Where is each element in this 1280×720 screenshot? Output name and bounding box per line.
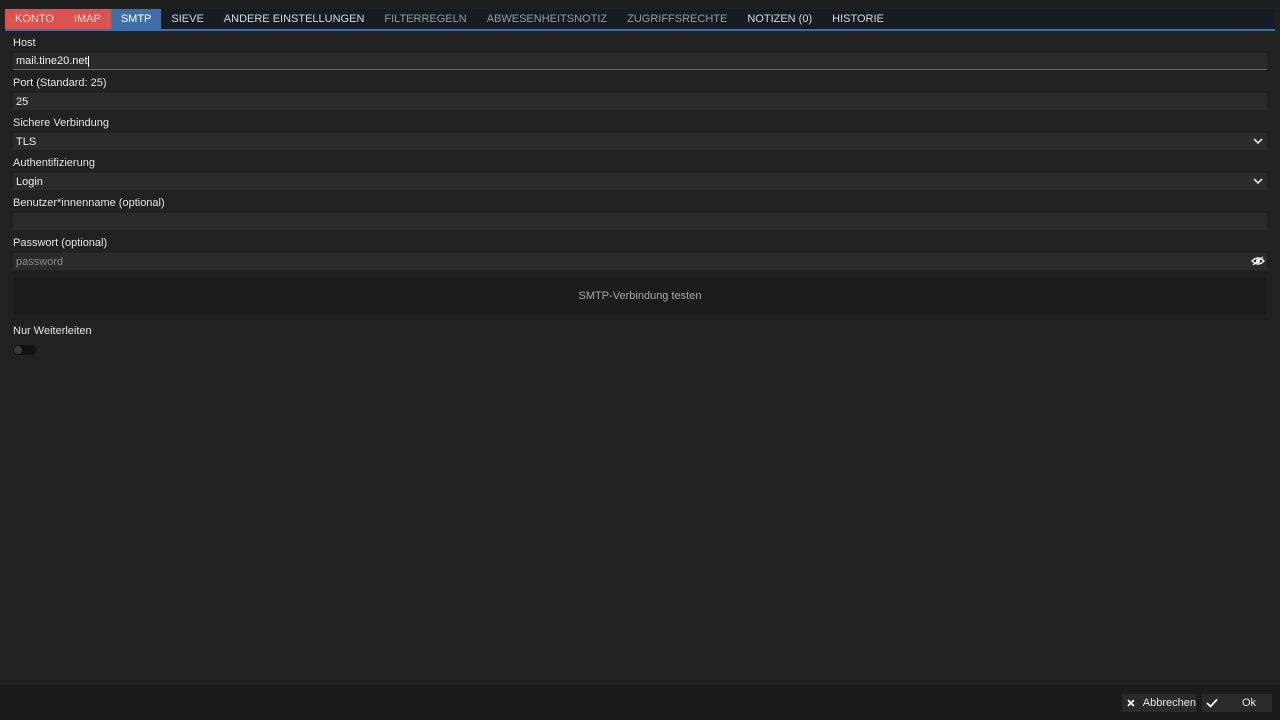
tab-konto[interactable]: KONTO — [5, 9, 64, 29]
username-input[interactable] — [13, 213, 1267, 230]
forward-only-label: Nur Weiterleiten — [13, 325, 92, 337]
chevron-down-icon[interactable] — [1252, 135, 1264, 147]
host-input[interactable]: mail.tine20.net — [13, 53, 1267, 70]
port-value: 25 — [16, 95, 29, 108]
tab-historie[interactable]: HISTORIE — [822, 9, 894, 29]
ok-button[interactable]: Ok — [1202, 694, 1272, 712]
tab-smtp[interactable]: SMTP — [110, 9, 162, 29]
secure-connection-select[interactable]: TLS — [13, 133, 1267, 150]
ok-label: Ok — [1242, 697, 1257, 709]
cancel-button[interactable]: Abbrechen — [1122, 694, 1196, 712]
auth-select[interactable]: Login — [13, 173, 1267, 190]
tab-zugriffsrechte[interactable]: ZUGRIFFSRECHTE — [617, 9, 737, 29]
tab-imap[interactable]: IMAP — [63, 9, 111, 29]
check-icon — [1206, 698, 1218, 708]
forward-only-toggle[interactable] — [13, 345, 36, 355]
auth-label: Authentifizierung — [13, 157, 95, 169]
smtp-form: Host mail.tine20.net Port (Standard: 25)… — [13, 33, 1267, 355]
cancel-label: Abbrechen — [1142, 697, 1196, 709]
window-top-strip — [0, 0, 1280, 8]
secure-connection-label: Sichere Verbindung — [13, 117, 110, 129]
password-input[interactable]: password — [13, 253, 1267, 270]
chevron-down-icon[interactable] — [1252, 175, 1264, 187]
auth-value: Login — [16, 175, 43, 188]
tab-notizen[interactable]: NOTIZEN (0) — [737, 9, 822, 29]
tab-abwesenheitsnotiz[interactable]: ABWESENHEITSNOTIZ — [477, 9, 617, 29]
tab-sieve[interactable]: SIEVE — [161, 9, 213, 29]
host-label: Host — [13, 37, 36, 49]
password-label: Passwort (optional) — [13, 237, 108, 249]
toggle-knob — [14, 346, 22, 354]
dialog-footer: Abbrechen Ok — [0, 685, 1280, 720]
close-icon — [1127, 699, 1135, 707]
eye-icon[interactable] — [1251, 255, 1265, 267]
tab-filterregeln[interactable]: FILTERREGELN — [374, 9, 476, 29]
username-label: Benutzer*innenname (optional) — [13, 197, 165, 209]
port-label: Port (Standard: 25) — [13, 77, 107, 89]
password-placeholder: password — [16, 255, 64, 268]
tab-bar: KONTO IMAP SMTP SIEVE ANDERE EINSTELLUNG… — [5, 9, 1275, 31]
test-smtp-connection-button[interactable]: SMTP-Verbindung testen — [13, 277, 1267, 315]
secure-connection-value: TLS — [16, 135, 37, 148]
text-caret — [87, 55, 89, 67]
tab-andere-einstellungen[interactable]: ANDERE EINSTELLUNGEN — [214, 9, 375, 29]
port-input[interactable]: 25 — [13, 93, 1267, 110]
host-value: mail.tine20.net — [16, 55, 88, 67]
